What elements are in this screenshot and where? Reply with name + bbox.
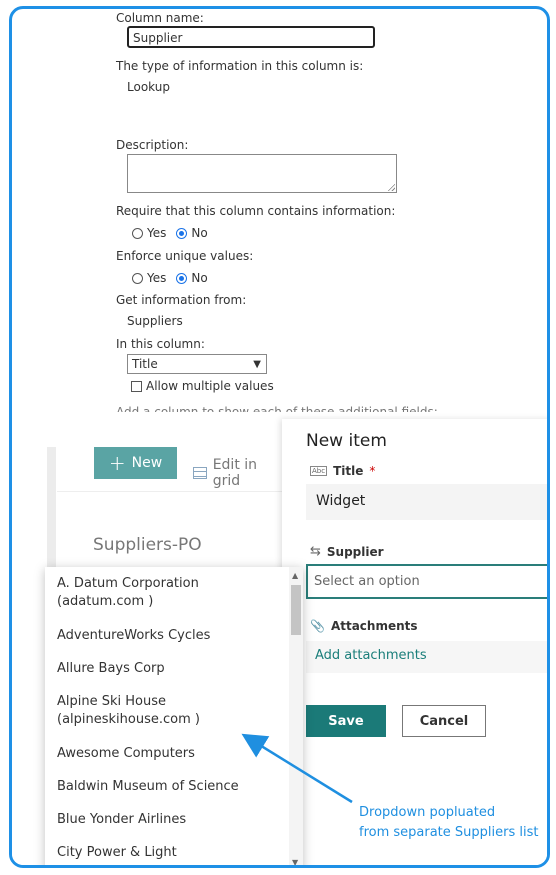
description-label: Description: [116, 138, 189, 152]
in-column-label: In this column: [116, 337, 205, 351]
unique-no-radio[interactable] [176, 272, 188, 284]
column-name-label: Column name: [116, 11, 204, 25]
command-bar: + New Edit in grid [57, 419, 287, 492]
require-label: Require that this column contains inform… [116, 204, 396, 218]
text-field-icon: Abc [310, 466, 328, 476]
save-button[interactable]: Save [306, 705, 386, 737]
new-button-label: New [131, 455, 163, 471]
unique-no-label: No [191, 271, 208, 285]
dropdown-item[interactable]: Awesome Computers [57, 745, 195, 763]
dropdown-item-name: Alpine Ski House [57, 694, 167, 709]
screenshot-frame: Column name: Supplier The type of inform… [9, 6, 550, 868]
description-textarea[interactable] [127, 154, 397, 193]
lookup-icon: ⇆ [310, 544, 321, 559]
dropdown-item-domain: (alpineskihouse.com ) [57, 712, 200, 727]
supplier-field-label: ⇆ Supplier [310, 544, 384, 559]
scroll-down-icon[interactable]: ▼ [292, 858, 298, 865]
dropdown-item[interactable]: A. Datum Corporation (adatum.com ) [57, 575, 199, 611]
supplier-label-text: Supplier [326, 544, 384, 559]
panel-title: New item [306, 431, 387, 451]
title-input[interactable]: Widget [306, 484, 547, 520]
get-info-value: Suppliers [127, 314, 183, 328]
add-attachments-link[interactable]: Add attachments [306, 641, 547, 673]
plus-icon: + [108, 451, 126, 475]
title-label-text: Title [333, 464, 364, 478]
dropdown-scrollbar[interactable]: ▲ ▼ [289, 567, 303, 865]
allow-multiple-row: Allow multiple values [131, 379, 274, 393]
dropdown-item-domain: (adatum.com ) [57, 594, 154, 609]
edit-in-grid-button[interactable]: Edit in grid [193, 457, 287, 489]
scroll-thumb[interactable] [291, 585, 301, 635]
require-radio-group: Yes No [132, 226, 214, 240]
annotation-text: Dropdown popluated from separate Supplie… [359, 803, 538, 843]
type-label: The type of information in this column i… [116, 59, 364, 73]
dropdown-item[interactable]: Baldwin Museum of Science [57, 778, 239, 796]
new-button[interactable]: + New [94, 447, 177, 479]
allow-multiple-label: Allow multiple values [146, 379, 274, 393]
unique-radio-group: Yes No [132, 271, 214, 285]
annotation-line-1: Dropdown popluated [359, 805, 496, 820]
require-no-label: No [191, 226, 208, 240]
in-column-selected-value: Title [132, 357, 158, 371]
resize-handle-icon[interactable] [387, 183, 395, 191]
allow-multiple-checkbox[interactable] [131, 380, 142, 392]
unique-yes-label: Yes [147, 271, 167, 285]
column-settings-panel: Column name: Supplier The type of inform… [12, 9, 547, 414]
dropdown-item[interactable]: AdventureWorks Cycles [57, 627, 210, 645]
list-page: + New Edit in grid Suppliers-PO New item… [12, 419, 547, 865]
additional-fields-label: Add a column to show each of these addit… [116, 405, 438, 412]
cancel-button[interactable]: Cancel [402, 705, 486, 737]
scroll-up-icon[interactable]: ▲ [292, 571, 298, 580]
title-field-label: Abc Title * [310, 464, 375, 478]
new-item-panel: New item Abc Title * Widget ⇆ Supplier Se… [282, 419, 547, 865]
require-no-radio[interactable] [176, 227, 188, 239]
list-title: Suppliers-PO [93, 535, 202, 555]
supplier-dropdown: A. Datum Corporation (adatum.com ) Adven… [45, 567, 303, 865]
grid-icon [193, 467, 207, 479]
attachments-field-label: 📎 Attachments [310, 619, 418, 633]
require-yes-radio[interactable] [132, 227, 143, 239]
dropdown-item[interactable]: Allure Bays Corp [57, 660, 165, 678]
type-value: Lookup [127, 80, 170, 94]
dropdown-item[interactable]: City Power & Light [57, 844, 177, 862]
required-asterisk: * [369, 464, 376, 478]
attachments-label-text: Attachments [330, 619, 418, 633]
in-column-select[interactable]: Title ▼ [127, 354, 267, 374]
annotation-line-2: from separate Suppliers list [359, 825, 539, 840]
supplier-select[interactable]: Select an option [306, 564, 547, 599]
dropdown-item[interactable]: Blue Yonder Airlines [57, 811, 186, 829]
unique-label: Enforce unique values: [116, 249, 254, 263]
chevron-down-icon: ▼ [253, 359, 261, 370]
dropdown-item-name: A. Datum Corporation [57, 576, 199, 591]
edit-in-grid-label: Edit in grid [212, 457, 258, 489]
column-name-input[interactable]: Supplier [127, 26, 375, 48]
require-yes-label: Yes [147, 226, 167, 240]
dropdown-item[interactable]: Alpine Ski House (alpineskihouse.com ) [57, 693, 200, 729]
unique-yes-radio[interactable] [132, 272, 143, 284]
paperclip-icon: 📎 [310, 619, 325, 633]
get-info-label: Get information from: [116, 293, 247, 307]
